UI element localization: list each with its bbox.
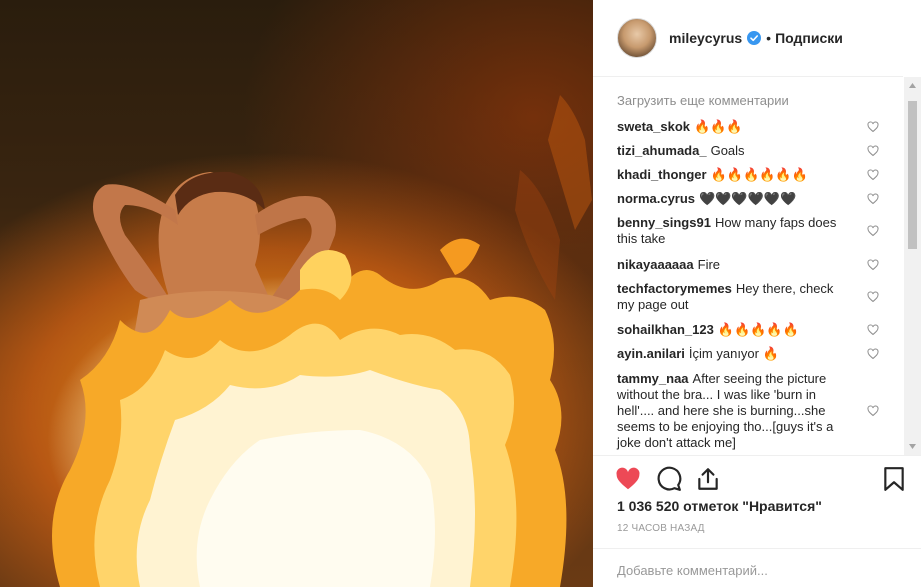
comment-bubble-icon[interactable]	[656, 466, 682, 492]
comments-scrollbar[interactable]	[904, 77, 921, 455]
comment: ayin.anilari İçim yanıyor 🔥	[617, 346, 893, 362]
like-comment-heart-icon[interactable]	[867, 405, 879, 417]
comment-username[interactable]: nikayaaaaaa	[617, 257, 694, 272]
post-photo[interactable]	[0, 0, 593, 587]
scrollbar-thumb[interactable]	[908, 101, 917, 249]
post-sidebar: mileycyrus • Подписки Загрузить еще комм…	[593, 0, 921, 587]
post-actions	[593, 455, 921, 495]
scroll-down-arrow-icon[interactable]	[904, 438, 921, 455]
comments-list: Загрузить еще комментарии sweta_skok 🔥🔥🔥 …	[593, 77, 903, 455]
comment: khadi_thonger 🔥🔥🔥🔥🔥🔥	[617, 167, 893, 183]
verified-badge-icon	[747, 31, 762, 45]
avatar[interactable]	[617, 18, 657, 58]
comment: nikayaaaaaa Fire	[617, 257, 893, 273]
comment-text: İçim yanıyor 🔥	[688, 346, 779, 361]
load-more-comments-link[interactable]: Загрузить еще комментарии	[617, 93, 789, 108]
comment-text: 🔥🔥🔥	[694, 119, 743, 134]
like-comment-heart-icon[interactable]	[867, 348, 879, 360]
comment-username[interactable]: benny_sings91	[617, 215, 711, 230]
like-comment-heart-icon[interactable]	[867, 324, 879, 336]
comment-username[interactable]: khadi_thonger	[617, 167, 707, 182]
comment-username[interactable]: ayin.anilari	[617, 346, 685, 361]
comment-username[interactable]: tammy_naa	[617, 371, 689, 386]
comment-text: Goals	[710, 143, 745, 158]
comment-username[interactable]: techfactorymemes	[617, 281, 732, 296]
separator-dot: •	[766, 30, 772, 46]
like-comment-heart-icon[interactable]	[867, 259, 879, 271]
username[interactable]: mileycyrus	[669, 30, 742, 46]
add-comment-section	[593, 548, 921, 587]
scroll-up-arrow-icon[interactable]	[904, 77, 921, 94]
like-comment-heart-icon[interactable]	[867, 291, 879, 303]
heart-filled-icon[interactable]	[615, 466, 641, 492]
comment-username[interactable]: sohailkhan_123	[617, 322, 714, 337]
comment: techfactorymemes Hey there, check my page…	[617, 281, 893, 313]
comment: benny_sings91 How many faps does this tak…	[617, 215, 893, 247]
comment: sohailkhan_123 🔥🔥🔥🔥🔥	[617, 322, 893, 338]
like-comment-heart-icon[interactable]	[867, 121, 879, 133]
comment: norma.cyrus 🖤🖤🖤🖤🖤🖤	[617, 191, 893, 207]
comment-text: Fire	[697, 257, 721, 272]
comment-username[interactable]: sweta_skok	[617, 119, 690, 134]
like-comment-heart-icon[interactable]	[867, 193, 879, 205]
comment-text: 🖤🖤🖤🖤🖤🖤	[699, 191, 797, 206]
comment: tammy_naa After seeing the picture withou…	[617, 371, 893, 451]
post-header: mileycyrus • Подписки	[593, 0, 903, 77]
comment-username[interactable]: norma.cyrus	[617, 191, 695, 206]
add-comment-input[interactable]	[617, 563, 887, 578]
comment-text: 🔥🔥🔥🔥🔥🔥	[710, 167, 808, 182]
share-icon[interactable]	[695, 466, 721, 492]
following-button[interactable]: Подписки	[775, 30, 843, 46]
like-comment-heart-icon[interactable]	[867, 225, 879, 237]
comment: tizi_ahumada_ Goals	[617, 143, 893, 159]
like-count[interactable]: 1 036 520 отметок "Нравится"	[617, 498, 822, 514]
comment-username[interactable]: tizi_ahumada_	[617, 143, 707, 158]
post-timestamp[interactable]: 12 ЧАСОВ НАЗАД	[617, 523, 705, 534]
photo-illustration	[52, 95, 592, 587]
bookmark-icon[interactable]	[881, 466, 907, 492]
like-comment-heart-icon[interactable]	[867, 145, 879, 157]
comment: sweta_skok 🔥🔥🔥	[617, 119, 893, 135]
like-comment-heart-icon[interactable]	[867, 169, 879, 181]
comment-text: 🔥🔥🔥🔥🔥	[717, 322, 799, 337]
